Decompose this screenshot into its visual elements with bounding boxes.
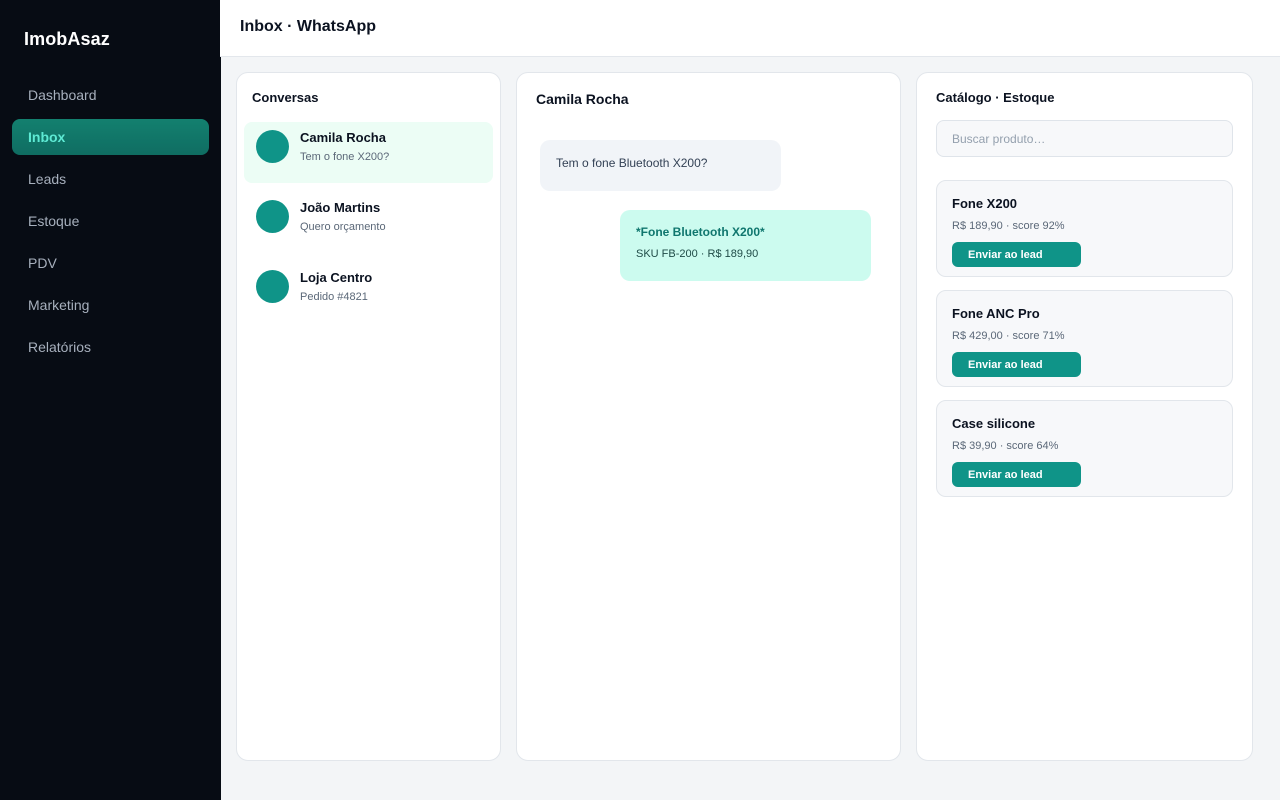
avatar [256,270,289,303]
send-to-lead-button[interactable]: Enviar ao lead [952,462,1081,487]
product-list: Fone X200 R$ 189,90 · score 92% Enviar a… [936,180,1233,510]
product-meta: R$ 189,90 · score 92% [952,220,1065,232]
conversation-name: Camila Rocha [300,130,386,145]
conversation-item[interactable]: Loja Centro Pedido #4821 [244,262,493,323]
conversation-name: Loja Centro [300,270,373,285]
catalog-panel: Catálogo · Estoque Fone X200 R$ 189,90 ·… [916,72,1253,761]
sidebar-item-relatorios[interactable]: Relatórios [12,329,209,365]
sidebar-item-leads[interactable]: Leads [12,161,209,197]
conversation-preview: Quero orçamento [300,221,386,233]
incoming-message: Tem o fone Bluetooth X200? [540,140,781,191]
sidebar-nav: Dashboard Inbox Leads Estoque PDV Market… [12,77,209,371]
sidebar-item-dashboard[interactable]: Dashboard [12,77,209,113]
product-card: Case silicone R$ 39,90 · score 64% Envia… [936,400,1233,497]
conversation-item[interactable]: João Martins Quero orçamento [244,192,493,253]
avatar [256,130,289,163]
conversation-preview: Tem o fone X200? [300,151,390,163]
sidebar-item-marketing[interactable]: Marketing [12,287,209,323]
sidebar: ImobAsaz Dashboard Inbox Leads Estoque P… [0,0,221,800]
product-name: Case silicone [952,416,1036,431]
outgoing-message-title: *Fone Bluetooth X200* [636,225,765,239]
conversation-item[interactable]: Camila Rocha Tem o fone X200? [244,122,493,183]
chat-panel: Camila Rocha Tem o fone Bluetooth X200? … [516,72,901,761]
catalog-title: Catálogo · Estoque [936,90,1055,105]
conversations-panel: Conversas Camila Rocha Tem o fone X200? … [236,72,501,761]
product-card: Fone ANC Pro R$ 429,00 · score 71% Envia… [936,290,1233,387]
chat-contact-name: Camila Rocha [536,91,629,107]
product-meta: R$ 429,00 · score 71% [952,330,1065,342]
send-to-lead-button[interactable]: Enviar ao lead [952,242,1081,267]
sidebar-item-estoque[interactable]: Estoque [12,203,209,239]
top-bar: Inbox · WhatsApp [220,0,1280,57]
sidebar-item-pdv[interactable]: PDV [12,245,209,281]
avatar [256,200,289,233]
outgoing-message: *Fone Bluetooth X200* SKU FB-200 · R$ 18… [620,210,871,281]
conversations-title: Conversas [252,90,319,105]
page-title: Inbox · WhatsApp [240,18,376,35]
product-meta: R$ 39,90 · score 64% [952,440,1059,452]
product-search-input[interactable] [936,120,1233,157]
outgoing-message-subtitle: SKU FB-200 · R$ 189,90 [636,248,759,260]
sidebar-item-inbox[interactable]: Inbox [12,119,209,155]
conversation-list: Camila Rocha Tem o fone X200? João Marti… [244,122,493,332]
product-card: Fone X200 R$ 189,90 · score 92% Enviar a… [936,180,1233,277]
product-name: Fone X200 [952,196,1018,211]
conversation-name: João Martins [300,200,381,215]
conversation-preview: Pedido #4821 [300,291,368,303]
send-to-lead-button[interactable]: Enviar ao lead [952,352,1081,377]
product-name: Fone ANC Pro [952,306,1040,321]
brand-logo: ImobAsaz [24,29,110,49]
